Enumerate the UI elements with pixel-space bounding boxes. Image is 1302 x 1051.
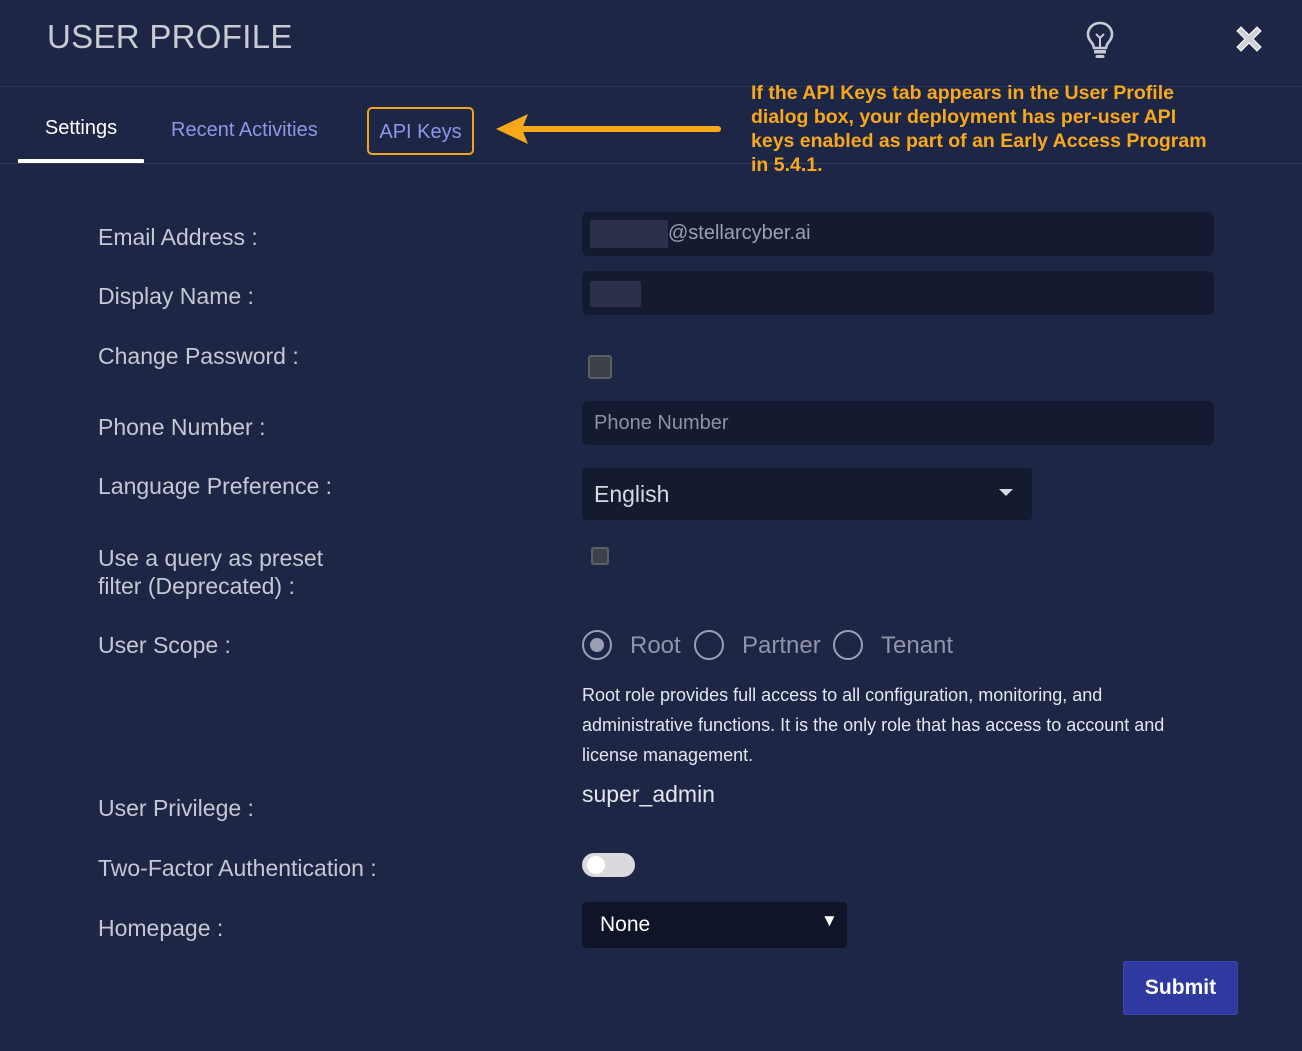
- callout-note: If the API Keys tab appears in the User …: [751, 82, 1207, 176]
- phone-field[interactable]: [582, 401, 1214, 445]
- two-factor-label: Two-Factor Authentication :: [98, 855, 377, 881]
- homepage-label: Homepage :: [98, 915, 224, 941]
- tab-settings[interactable]: Settings: [18, 117, 144, 140]
- callout-arrow-icon: [496, 114, 721, 144]
- phone-input[interactable]: [582, 401, 1214, 445]
- language-label: Language Preference :: [98, 473, 333, 499]
- scope-root-label[interactable]: Root: [630, 632, 681, 660]
- scope-partner-label[interactable]: Partner: [742, 632, 821, 660]
- language-select[interactable]: English: [582, 468, 1032, 520]
- active-tab-indicator: [18, 159, 144, 163]
- change-password-checkbox[interactable]: [588, 355, 612, 379]
- redacted-block: [590, 281, 641, 307]
- display-name-field[interactable]: [582, 271, 1214, 315]
- email-domain: @stellarcyber.ai: [668, 222, 811, 244]
- two-factor-toggle[interactable]: [582, 853, 635, 877]
- email-label: Email Address :: [98, 224, 258, 250]
- preset-filter-checkbox[interactable]: [591, 547, 609, 565]
- scope-partner-radio[interactable]: [694, 630, 724, 660]
- dialog-title: USER PROFILE: [47, 18, 293, 55]
- preset-filter-label-line1: Use a query as preset: [98, 545, 324, 571]
- user-privilege-label: User Privilege :: [98, 795, 254, 821]
- lightbulb-icon[interactable]: [1084, 20, 1116, 60]
- caret-down-icon: [999, 489, 1013, 496]
- tab-api-keys[interactable]: API Keys: [367, 107, 474, 155]
- email-field[interactable]: @stellarcyber.ai: [582, 212, 1214, 256]
- phone-label: Phone Number :: [98, 414, 266, 440]
- tab-recent-activities[interactable]: Recent Activities: [171, 119, 318, 142]
- homepage-select[interactable]: None ▼: [582, 902, 847, 948]
- preset-filter-label: Use a query as preset filter (Deprecated…: [98, 544, 323, 600]
- submit-button[interactable]: Submit: [1123, 961, 1238, 1015]
- scope-tenant-radio[interactable]: [833, 630, 863, 660]
- scope-tenant-label[interactable]: Tenant: [881, 632, 953, 660]
- caret-down-icon: ▼: [821, 911, 838, 930]
- scope-root-radio[interactable]: [582, 630, 612, 660]
- toggle-knob: [587, 856, 605, 874]
- language-value: English: [594, 481, 670, 507]
- user-profile-dialog: USER PROFILE Settings Recent Activities …: [0, 0, 1302, 1051]
- radio-selected-dot: [590, 638, 604, 652]
- preset-filter-label-line2: filter (Deprecated) :: [98, 573, 295, 599]
- redacted-block: [590, 220, 668, 248]
- display-name-label: Display Name :: [98, 283, 254, 309]
- homepage-value: None: [600, 913, 651, 936]
- change-password-label: Change Password :: [98, 343, 299, 369]
- user-privilege-value: super_admin: [582, 781, 715, 807]
- scope-description: Root role provides full access to all co…: [582, 685, 1165, 765]
- close-icon[interactable]: [1232, 22, 1266, 56]
- dialog-header: USER PROFILE: [0, 0, 1302, 87]
- user-scope-label: User Scope :: [98, 632, 231, 658]
